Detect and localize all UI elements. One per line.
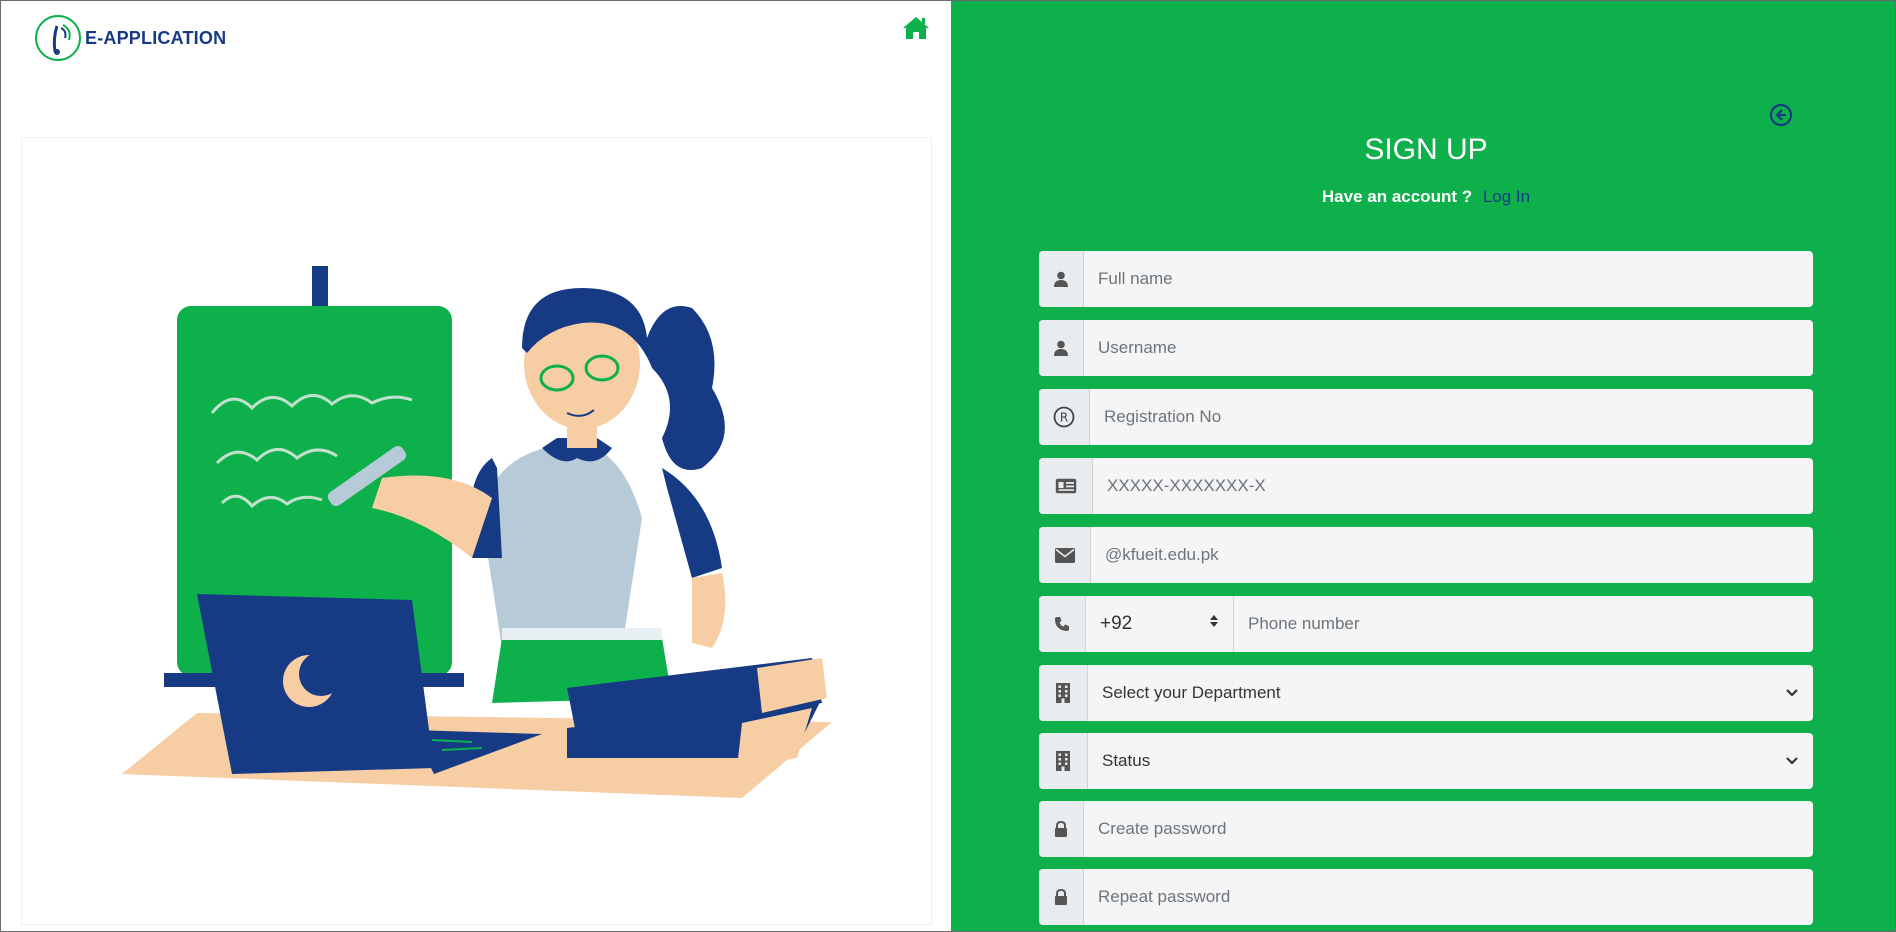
cnic-group	[1039, 458, 1813, 514]
username-input[interactable]	[1084, 320, 1813, 376]
chevron-down-icon	[1785, 683, 1799, 703]
full-name-input[interactable]	[1084, 251, 1813, 307]
registered-icon: R	[1039, 389, 1090, 445]
lock-icon	[1039, 869, 1084, 925]
full-name-group	[1039, 251, 1813, 307]
status-select[interactable]: Status	[1088, 733, 1813, 789]
user-icon	[1039, 320, 1084, 376]
country-code-select[interactable]: +92	[1086, 596, 1234, 652]
sort-arrows-icon	[1209, 613, 1219, 635]
repeat-password-group	[1039, 869, 1813, 925]
login-link[interactable]: Log In	[1483, 187, 1530, 206]
account-prompt: Have an account ? Log In	[1241, 187, 1611, 207]
username-group	[1039, 320, 1813, 376]
repeat-password-input[interactable]	[1084, 869, 1813, 925]
home-icon[interactable]	[901, 15, 931, 41]
illustration-card	[21, 137, 932, 925]
teacher-illustration	[122, 266, 832, 798]
account-prompt-text: Have an account ?	[1321, 187, 1473, 206]
sweater-hem	[502, 628, 662, 640]
lock-icon	[1039, 801, 1084, 857]
department-selected-value: Select your Department	[1102, 683, 1281, 702]
illustration-panel: E-APPLICATION	[1, 1, 951, 931]
user-icon	[1039, 251, 1084, 307]
logo[interactable]: E-APPLICATION	[35, 13, 226, 63]
email-group	[1039, 527, 1813, 583]
department-select[interactable]: Select your Department	[1088, 665, 1813, 721]
cnic-input[interactable]	[1093, 458, 1813, 514]
status-selected-value: Status	[1102, 751, 1151, 770]
building-icon	[1039, 665, 1088, 721]
back-arrow-circle-icon[interactable]	[1769, 103, 1793, 127]
right-arm	[692, 573, 726, 648]
create-password-input[interactable]	[1084, 801, 1813, 857]
phone-group: +92	[1039, 596, 1813, 652]
logo-emblem-icon	[35, 15, 81, 61]
logo-text: E-APPLICATION	[85, 27, 227, 48]
email-input[interactable]	[1091, 527, 1813, 583]
phone-number-input[interactable]	[1234, 596, 1813, 652]
country-code-value: +92	[1100, 613, 1133, 634]
phone-icon	[1039, 596, 1086, 652]
envelope-icon	[1039, 527, 1091, 583]
right-sleeve	[662, 468, 722, 578]
id-card-icon	[1039, 458, 1093, 514]
registration-input[interactable]	[1090, 389, 1813, 445]
page-frame: E-APPLICATION SIGN UP Have an account ? …	[0, 0, 1896, 932]
registration-group: R	[1039, 389, 1813, 445]
building-icon	[1039, 733, 1088, 789]
chevron-down-icon	[1785, 751, 1799, 771]
department-group: Select your Department	[1039, 665, 1813, 721]
sweater	[482, 443, 642, 648]
status-group: Status	[1039, 733, 1813, 789]
signup-title: SIGN UP	[1364, 133, 1488, 166]
create-password-group	[1039, 801, 1813, 857]
svg-text:R: R	[1060, 411, 1068, 425]
